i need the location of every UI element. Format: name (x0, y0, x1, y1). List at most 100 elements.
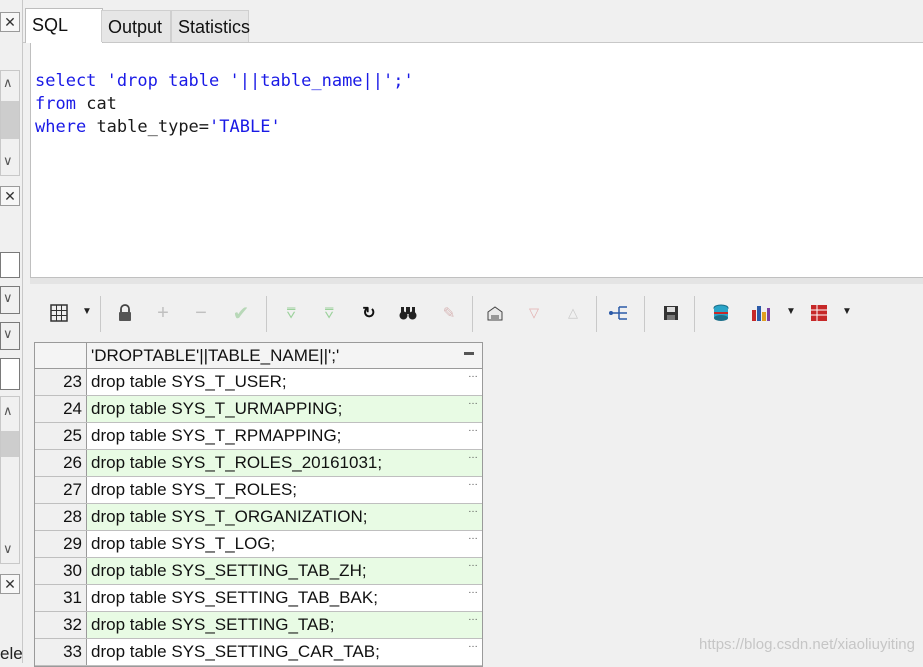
table-row[interactable]: 28 drop table SYS_T_ORGANIZATION; … (35, 504, 482, 531)
grid-corner[interactable] (35, 343, 87, 368)
cell-ellipsis-icon[interactable]: … (468, 612, 478, 623)
dropdown[interactable]: ∨ (0, 286, 20, 314)
table-cell[interactable]: drop table SYS_T_ORGANIZATION; … (87, 504, 482, 530)
sql-editor[interactable]: select 'drop table '||table_name||';' fro… (30, 43, 923, 277)
clipped-label: ele (0, 644, 23, 663)
row-number[interactable]: 26 (35, 450, 87, 476)
row-number[interactable]: 23 (35, 369, 87, 395)
vertical-scrollbar[interactable]: ∧ ∨ (0, 70, 20, 176)
table-row[interactable]: 24 drop table SYS_T_URMAPPING;… (35, 396, 482, 423)
tab-statistics[interactable]: Statistics (171, 10, 250, 42)
table-icon[interactable] (808, 302, 830, 324)
input-box[interactable] (0, 252, 20, 278)
toolbar-separator (472, 296, 473, 332)
cell-value: drop table SYS_T_ORGANIZATION; (91, 507, 368, 526)
close-icon[interactable]: ✕ (0, 12, 20, 32)
row-number[interactable]: 33 (35, 639, 87, 665)
add-record-icon[interactable]: + (152, 302, 174, 324)
fetch-last-icon[interactable]: ⩢ (318, 302, 340, 324)
close-icon[interactable]: ✕ (0, 574, 20, 594)
cell-ellipsis-icon[interactable]: … (468, 504, 478, 515)
table-row[interactable]: 29 drop table SYS_T_LOG;… (35, 531, 482, 558)
vertical-scrollbar[interactable]: ∧ ∨ (0, 396, 20, 564)
column-header[interactable]: 'DROPTABLE'||TABLE_NAME||';' ▬ (87, 343, 482, 368)
scroll-up-icon[interactable]: ∧ (3, 75, 13, 91)
cell-value: drop table SYS_SETTING_CAR_TAB; (91, 642, 380, 661)
save-icon[interactable] (660, 302, 682, 324)
dropdown[interactable]: ∨ (0, 322, 20, 350)
chart-icon[interactable] (750, 302, 772, 324)
table-cell[interactable]: drop table SYS_SETTING_TAB_BAK;… (87, 585, 482, 611)
table-row[interactable]: 31 drop table SYS_SETTING_TAB_BAK;… (35, 585, 482, 612)
row-number[interactable]: 28 (35, 504, 87, 530)
find-icon[interactable] (397, 302, 419, 324)
input-box[interactable] (0, 358, 20, 390)
column-menu-icon[interactable]: ▬ (464, 347, 474, 358)
tab-sql[interactable]: SQL (25, 8, 103, 43)
chevron-down-icon[interactable]: ▼ (842, 306, 852, 317)
table-row[interactable]: 33 drop table SYS_SETTING_CAR_TAB; … (35, 639, 482, 666)
table-row[interactable]: 32 drop table SYS_SETTING_TAB;… (35, 612, 482, 639)
table-row[interactable]: 26 drop table SYS_T_ROLES_20161031;… (35, 450, 482, 477)
table-cell[interactable]: drop table SYS_SETTING_TAB_ZH; … (87, 558, 482, 584)
database-icon[interactable] (710, 302, 732, 324)
cell-value: drop table SYS_T_ROLES; (91, 480, 298, 499)
post-edit-icon[interactable]: ✔ (230, 302, 252, 325)
row-number[interactable]: 29 (35, 531, 87, 557)
table-row[interactable]: 30 drop table SYS_SETTING_TAB_ZH; … (35, 558, 482, 585)
chevron-down-icon[interactable]: ▼ (82, 306, 92, 317)
left-panel-strip: ✕ ∧ ∨ ✕ ∨ ∨ ∧ ∨ ✕ ele (0, 0, 23, 663)
cell-ellipsis-icon[interactable]: … (468, 639, 478, 650)
table-row[interactable]: 23 drop table SYS_T_USER;… (35, 369, 482, 396)
tree-icon[interactable] (608, 302, 630, 324)
table-cell[interactable]: drop table SYS_T_URMAPPING;… (87, 396, 482, 422)
row-number[interactable]: 30 (35, 558, 87, 584)
refresh-icon[interactable]: ↻ (358, 302, 380, 324)
sql-code[interactable]: select 'drop table '||table_name||';' fro… (35, 47, 414, 185)
table-row[interactable]: 25 drop table SYS_T_RPMAPPING;… (35, 423, 482, 450)
fetch-next-icon[interactable]: ⩢ (280, 302, 302, 324)
cell-ellipsis-icon[interactable]: … (468, 558, 478, 569)
scroll-thumb[interactable] (1, 431, 19, 457)
string-literal: 'TABLE' (209, 117, 281, 137)
table-cell[interactable]: drop table SYS_T_RPMAPPING;… (87, 423, 482, 449)
scroll-thumb[interactable] (1, 101, 19, 139)
table-cell[interactable]: drop table SYS_T_ROLES_20161031;… (87, 450, 482, 476)
tab-output[interactable]: Output (101, 10, 171, 42)
toolbar-separator (596, 296, 597, 332)
export-icon[interactable] (484, 302, 506, 324)
cell-ellipsis-icon[interactable]: … (468, 369, 478, 380)
cell-ellipsis-icon[interactable]: … (468, 396, 478, 407)
filter-up-icon[interactable]: △ (562, 302, 584, 324)
scroll-up-icon[interactable]: ∧ (3, 403, 13, 419)
cell-ellipsis-icon[interactable]: … (468, 531, 478, 542)
table-cell[interactable]: drop table SYS_SETTING_CAR_TAB; … (87, 639, 482, 665)
clear-icon[interactable]: ✎ (438, 302, 460, 324)
filter-down-icon[interactable]: ▽ (523, 302, 545, 324)
row-number[interactable]: 25 (35, 423, 87, 449)
cell-ellipsis-icon[interactable]: … (468, 585, 478, 596)
table-row[interactable]: 27 drop table SYS_T_ROLES; … (35, 477, 482, 504)
row-number[interactable]: 32 (35, 612, 87, 638)
row-number[interactable]: 27 (35, 477, 87, 503)
scroll-down-icon[interactable]: ∨ (3, 153, 13, 169)
grid-view-icon[interactable] (48, 302, 70, 324)
result-grid[interactable]: 'DROPTABLE'||TABLE_NAME||';' ▬ 23 drop ta… (34, 342, 483, 667)
scroll-down-icon[interactable]: ∨ (3, 541, 13, 557)
code-line-1: select 'drop table '||table_name||';' (35, 70, 414, 93)
row-number[interactable]: 31 (35, 585, 87, 611)
grid-rows: 23 drop table SYS_T_USER;… 24 drop table SY… (35, 369, 482, 666)
row-number[interactable]: 24 (35, 396, 87, 422)
table-cell[interactable]: drop table SYS_T_LOG;… (87, 531, 482, 557)
cell-ellipsis-icon[interactable]: … (468, 477, 478, 488)
table-cell[interactable]: drop table SYS_T_ROLES; … (87, 477, 482, 503)
cell-ellipsis-icon[interactable]: … (468, 423, 478, 434)
table-cell[interactable]: drop table SYS_T_USER;… (87, 369, 482, 395)
cell-ellipsis-icon[interactable]: … (468, 450, 478, 461)
close-icon[interactable]: ✕ (0, 186, 20, 206)
cell-value: drop table SYS_SETTING_TAB_ZH; (91, 561, 367, 580)
delete-record-icon[interactable]: − (190, 302, 212, 324)
table-cell[interactable]: drop table SYS_SETTING_TAB;… (87, 612, 482, 638)
chevron-down-icon[interactable]: ▼ (786, 306, 796, 317)
lock-icon[interactable] (114, 302, 136, 324)
